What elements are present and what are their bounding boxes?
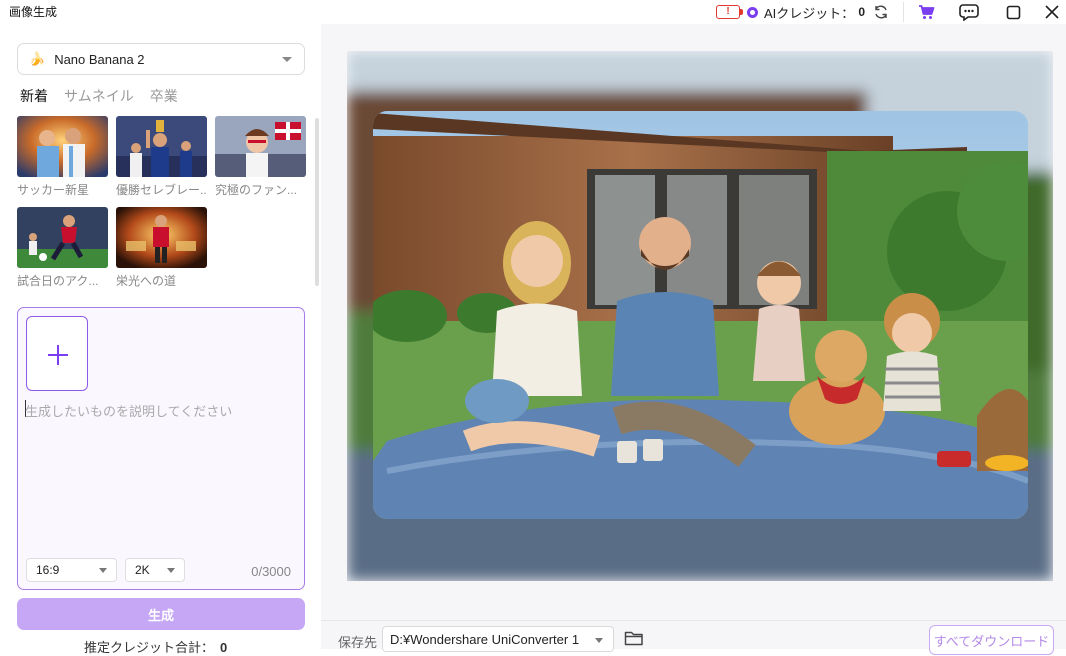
prompt-box[interactable]: 生成したいものを説明してください 16:9 2K 0/3000 bbox=[17, 307, 305, 590]
tab-thumbnail[interactable]: サムネイル bbox=[64, 86, 134, 106]
chevron-down-icon bbox=[595, 638, 603, 643]
generate-button[interactable]: 生成 bbox=[17, 598, 305, 630]
chat-icon[interactable] bbox=[958, 0, 980, 24]
template-caption: サッカー新星 bbox=[17, 183, 90, 197]
model-name: Nano Banana 2 bbox=[54, 51, 145, 67]
template-road-to-glory[interactable]: 栄光への道 bbox=[116, 207, 207, 289]
footer-bar: 保存先 D:¥Wondershare UniConverter 1 すべてダウン… bbox=[321, 620, 1066, 655]
template-thumbnail bbox=[17, 116, 108, 177]
save-location-label: 保存先 bbox=[338, 635, 378, 650]
aspect-ratio-value: 16:9 bbox=[36, 563, 60, 577]
maximize-icon[interactable] bbox=[1004, 0, 1022, 24]
template-thumbnail bbox=[17, 207, 108, 268]
aspect-ratio-select[interactable]: 16:9 bbox=[26, 558, 117, 582]
template-caption: 優勝セレブレー... bbox=[116, 183, 207, 197]
banana-icon: 🍌 bbox=[29, 51, 46, 66]
tab-new[interactable]: 新着 bbox=[20, 86, 48, 106]
prompt-input[interactable]: 生成したいものを説明してください bbox=[25, 401, 232, 420]
template-thumbnail bbox=[215, 116, 306, 177]
chevron-down-icon bbox=[282, 57, 292, 62]
left-panel: 🍌 Nano Banana 2 新着 サムネイル 卒業 サッカー新星 優勝セレブ… bbox=[0, 24, 321, 655]
estimated-credits: 推定クレジット合計： 0 bbox=[84, 637, 227, 656]
battery-badge-icon[interactable]: ! bbox=[716, 5, 744, 19]
download-all-button[interactable]: すべてダウンロード bbox=[929, 625, 1054, 655]
template-thumbnail bbox=[116, 207, 207, 268]
model-select[interactable]: 🍌 Nano Banana 2 bbox=[17, 43, 305, 75]
template-caption: 栄光への道 bbox=[116, 274, 177, 288]
template-scrollbar[interactable] bbox=[315, 118, 319, 286]
save-path-select[interactable]: D:¥Wondershare UniConverter 1 bbox=[382, 626, 614, 652]
template-victory-celebration[interactable]: 優勝セレブレー... bbox=[116, 116, 207, 198]
preview-image bbox=[347, 51, 1053, 581]
template-thumbnail bbox=[116, 116, 207, 177]
character-counter: 0/3000 bbox=[251, 564, 291, 579]
header-separator bbox=[903, 2, 904, 22]
folder-icon[interactable] bbox=[624, 630, 644, 651]
tab-graduation[interactable]: 卒業 bbox=[150, 86, 178, 106]
estimated-credits-label: 推定クレジット合計： bbox=[84, 640, 215, 655]
template-tabs: 新着 サムネイル 卒業 bbox=[20, 86, 178, 106]
chevron-down-icon bbox=[167, 568, 175, 573]
preview-panel: 保存先 D:¥Wondershare UniConverter 1 すべてダウン… bbox=[321, 24, 1066, 655]
template-caption: 究極のファン... bbox=[215, 183, 298, 197]
window-title: 画像生成 bbox=[9, 5, 58, 19]
credit-value: 0 bbox=[858, 5, 865, 19]
close-icon[interactable] bbox=[1044, 0, 1060, 24]
template-ultimate-fan[interactable]: 究極のファン... bbox=[215, 116, 306, 198]
estimated-credits-value: 0 bbox=[220, 640, 228, 655]
add-image-button[interactable] bbox=[26, 316, 88, 391]
chevron-down-icon bbox=[99, 568, 107, 573]
template-match-day-action[interactable]: 試合日のアク... bbox=[17, 207, 108, 289]
template-caption: 試合日のアク... bbox=[17, 274, 99, 288]
plus-icon bbox=[48, 345, 68, 365]
refresh-icon[interactable] bbox=[873, 0, 889, 24]
title-bar: 画像生成 ! AIクレジット： 0 bbox=[0, 0, 1066, 24]
resolution-value: 2K bbox=[135, 563, 150, 577]
template-soccer-star[interactable]: サッカー新星 bbox=[17, 116, 108, 198]
save-path-value: D:¥Wondershare UniConverter 1 bbox=[390, 631, 580, 647]
ai-credit-icon bbox=[747, 6, 759, 18]
cart-icon[interactable] bbox=[914, 0, 938, 24]
resolution-select[interactable]: 2K bbox=[125, 558, 185, 582]
credit-label: AIクレジット： bbox=[764, 5, 855, 21]
